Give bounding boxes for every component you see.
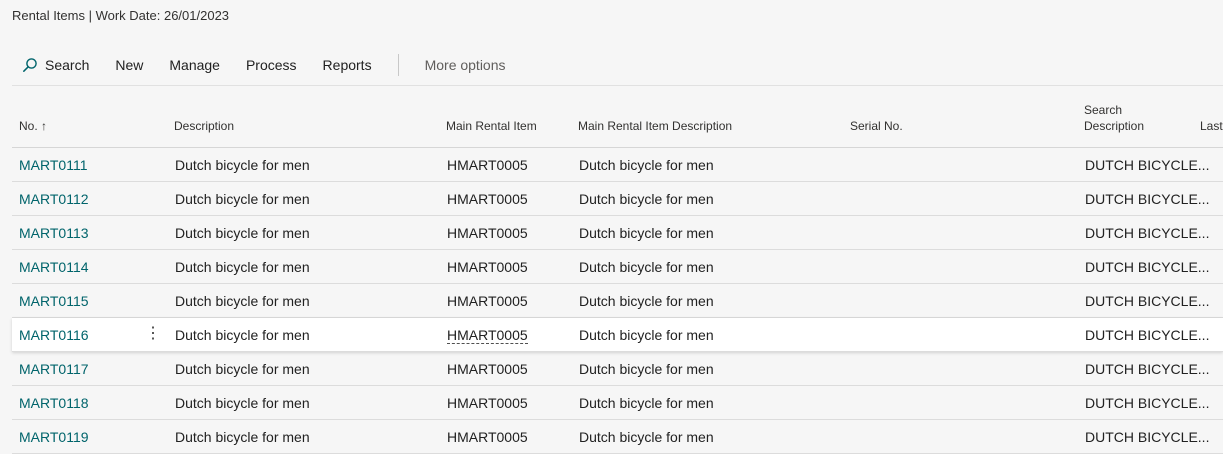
action-bar: Search New Manage Process Reports More o…: [12, 45, 1223, 86]
search-button[interactable]: Search: [12, 45, 102, 85]
item-no-link[interactable]: MART0111: [19, 148, 87, 182]
main-rental-item-cell[interactable]: HMART0005: [447, 250, 528, 284]
main-rental-item-description-cell[interactable]: Dutch bicycle for men: [579, 216, 714, 250]
item-no-link[interactable]: MART0112: [19, 182, 89, 216]
item-no-link[interactable]: MART0113: [19, 216, 89, 250]
process-menu[interactable]: Process: [233, 45, 310, 85]
table-row[interactable]: MART0112 Dutch bicycle for men HMART0005…: [12, 182, 1223, 216]
main-rental-item-cell[interactable]: HMART0005: [447, 216, 528, 250]
table-row[interactable]: MART0114 Dutch bicycle for men HMART0005…: [12, 250, 1223, 284]
rental-items-grid: No. ↑ Description Main Rental Item Main …: [12, 86, 1223, 454]
search-description-cell[interactable]: DUTCH BICYCLE...: [1085, 182, 1209, 216]
table-row-selected[interactable]: MART0116 Dutch bicycle for men HMART0005…: [12, 318, 1223, 352]
page-title: Rental Items | Work Date: 26/01/2023: [12, 8, 230, 23]
item-no-link[interactable]: MART0116: [19, 318, 89, 352]
column-header-description[interactable]: Description: [174, 119, 234, 133]
main-rental-item-cell[interactable]: HMART0005: [447, 148, 528, 182]
column-header-no[interactable]: No. ↑: [19, 119, 47, 133]
main-rental-item-link[interactable]: HMART0005: [447, 327, 528, 344]
main-rental-item-cell[interactable]: HMART0005: [447, 182, 528, 216]
search-description-cell[interactable]: DUTCH BICYCLE...: [1085, 216, 1209, 250]
description-cell[interactable]: Dutch bicycle for men: [175, 148, 310, 182]
search-description-cell[interactable]: DUTCH BICYCLE...: [1085, 250, 1209, 284]
search-description-cell[interactable]: DUTCH BICYCLE...: [1085, 318, 1209, 352]
more-options-button[interactable]: More options: [412, 45, 519, 85]
item-no-link[interactable]: MART0118: [19, 386, 89, 420]
toolbar-divider: [397, 54, 399, 76]
description-cell[interactable]: Dutch bicycle for men: [175, 250, 310, 284]
column-header-search-description-line2[interactable]: Description: [1084, 119, 1144, 133]
reports-menu[interactable]: Reports: [310, 45, 385, 85]
search-icon: [23, 58, 37, 72]
column-header-search-description-line1[interactable]: Search: [1084, 103, 1122, 117]
description-cell[interactable]: Dutch bicycle for men: [175, 386, 310, 420]
main-rental-item-cell[interactable]: HMART0005: [447, 318, 528, 352]
table-row[interactable]: MART0115 Dutch bicycle for men HMART0005…: [12, 284, 1223, 318]
column-header-main-rental-item-description[interactable]: Main Rental Item Description: [578, 119, 732, 133]
table-header: No. ↑ Description Main Rental Item Main …: [12, 86, 1223, 148]
search-description-cell[interactable]: DUTCH BICYCLE...: [1085, 284, 1209, 318]
description-cell[interactable]: Dutch bicycle for men: [175, 216, 310, 250]
main-rental-item-cell[interactable]: HMART0005: [447, 284, 528, 318]
main-rental-item-cell[interactable]: HMART0005: [447, 352, 528, 386]
main-rental-item-description-cell[interactable]: Dutch bicycle for men: [579, 284, 714, 318]
column-header-last[interactable]: Last: [1200, 119, 1223, 133]
manage-menu[interactable]: Manage: [156, 45, 233, 85]
search-description-cell[interactable]: DUTCH BICYCLE...: [1085, 352, 1209, 386]
main-rental-item-cell[interactable]: HMART0005: [447, 386, 528, 420]
main-rental-item-description-cell[interactable]: Dutch bicycle for men: [579, 148, 714, 182]
table-row[interactable]: MART0111 Dutch bicycle for men HMART0005…: [12, 148, 1223, 182]
main-rental-item-description-cell[interactable]: Dutch bicycle for men: [579, 386, 714, 420]
description-cell[interactable]: Dutch bicycle for men: [175, 284, 310, 318]
description-cell[interactable]: Dutch bicycle for men: [175, 182, 310, 216]
table-row[interactable]: MART0117 Dutch bicycle for men HMART0005…: [12, 352, 1223, 386]
description-cell[interactable]: Dutch bicycle for men: [175, 352, 310, 386]
search-description-cell[interactable]: DUTCH BICYCLE...: [1085, 148, 1209, 182]
search-label: Search: [45, 57, 90, 73]
description-cell[interactable]: Dutch bicycle for men: [175, 318, 310, 352]
main-rental-item-description-cell[interactable]: Dutch bicycle for men: [579, 182, 714, 216]
table-row[interactable]: MART0113 Dutch bicycle for men HMART0005…: [12, 216, 1223, 250]
item-no-link[interactable]: MART0115: [19, 284, 89, 318]
main-rental-item-description-cell[interactable]: Dutch bicycle for men: [579, 352, 714, 386]
column-header-main-rental-item[interactable]: Main Rental Item: [446, 119, 537, 133]
main-rental-item-description-cell[interactable]: Dutch bicycle for men: [579, 250, 714, 284]
table-row[interactable]: MART0118 Dutch bicycle for men HMART0005…: [12, 386, 1223, 420]
column-header-serial-no[interactable]: Serial No.: [850, 119, 903, 133]
search-description-cell[interactable]: DUTCH BICYCLE...: [1085, 386, 1209, 420]
main-rental-item-description-cell[interactable]: Dutch bicycle for men: [579, 318, 714, 352]
item-no-link[interactable]: MART0114: [19, 250, 89, 284]
item-no-link[interactable]: MART0117: [19, 352, 89, 386]
row-actions-more-vertical-icon[interactable]: ⋮: [145, 318, 161, 350]
new-button[interactable]: New: [102, 45, 156, 85]
